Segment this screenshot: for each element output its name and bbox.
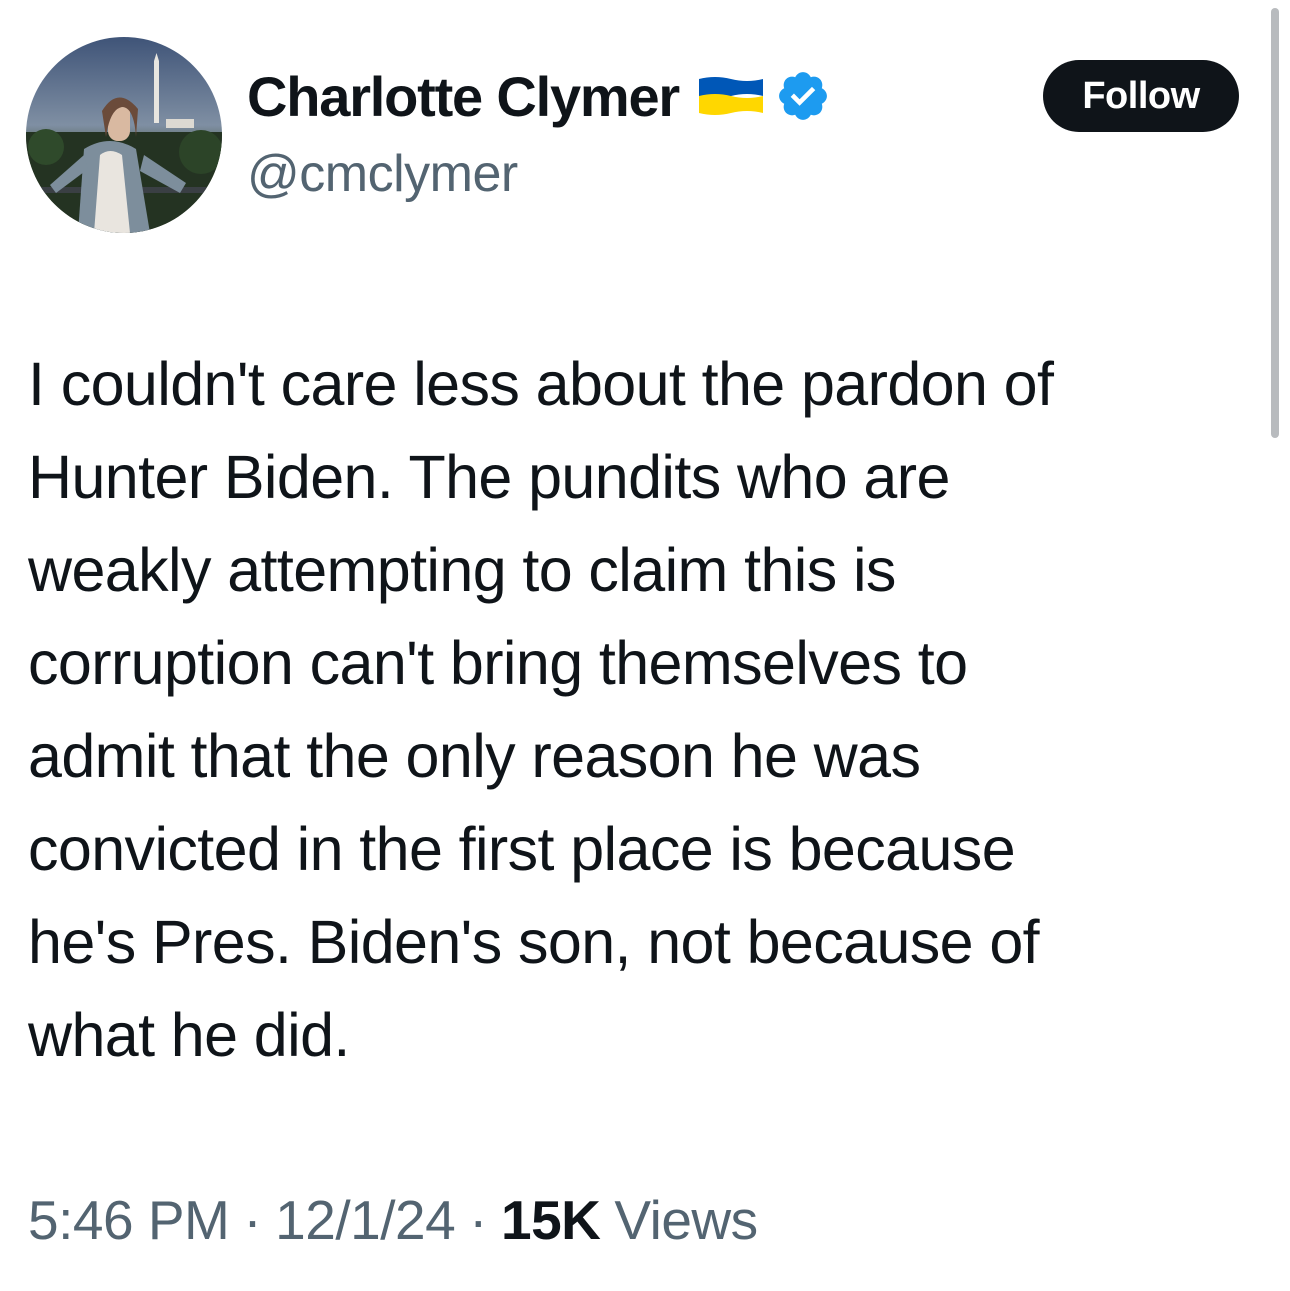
tweet-text-line: convicted in the first place is because <box>28 815 1016 883</box>
tweet-text-line: weakly attempting to claim this is <box>28 536 896 604</box>
views-label: Views <box>614 1189 758 1251</box>
tweet-text-line: he's Pres. Biden's son, not because of <box>28 908 1040 976</box>
follow-button[interactable]: Follow <box>1043 60 1239 132</box>
ukraine-flag-icon <box>697 75 765 117</box>
scrollbar[interactable] <box>1271 8 1279 438</box>
verified-badge-icon <box>775 68 831 124</box>
tweet-text: I couldn't care less about the pardon of… <box>28 338 1263 1082</box>
meta-separator: · <box>243 1189 262 1251</box>
tweet-text-line: what he did. <box>28 1001 350 1069</box>
tweet-text-line: I couldn't care less about the pardon of <box>28 350 1054 418</box>
tweet-time[interactable]: 5:46 PM <box>28 1188 230 1252</box>
views-count: 15K <box>501 1189 601 1251</box>
meta-separator: · <box>469 1189 487 1251</box>
tweet-meta: 5:46 PM · 12/1/24 · 15K Views <box>28 1180 758 1260</box>
tweet-date[interactable]: 12/1/24 <box>275 1188 456 1252</box>
tweet-text-line: admit that the only reason he was <box>28 722 921 790</box>
author-handle[interactable]: @cmclymer <box>247 144 518 204</box>
avatar[interactable] <box>26 37 222 233</box>
tweet-text-line: corruption can't bring themselves to <box>28 629 968 697</box>
author-name-row: Charlotte Clymer <box>247 58 831 134</box>
tweet-text-line: Hunter Biden. The pundits who are <box>28 443 950 511</box>
author-display-name[interactable]: Charlotte Clymer <box>247 64 680 129</box>
